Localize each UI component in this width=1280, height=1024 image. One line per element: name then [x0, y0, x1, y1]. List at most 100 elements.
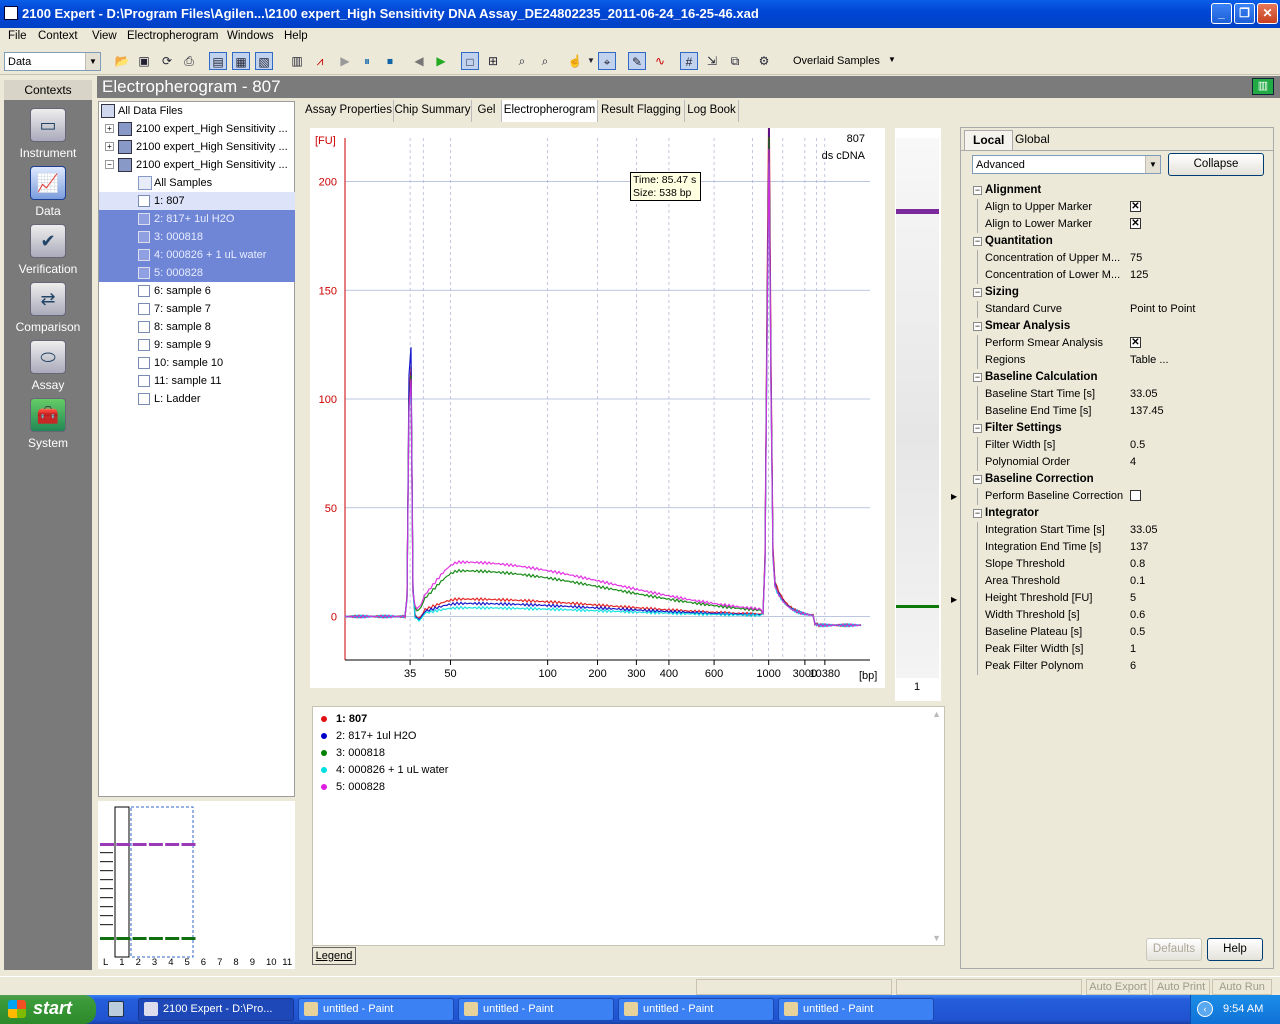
property-section[interactable]: − Filter Settings [969, 420, 1269, 437]
property-checkbox[interactable]: ✕ [1130, 337, 1141, 348]
single-view-icon[interactable]: □ [461, 52, 479, 70]
tree-root[interactable]: All Data Files [99, 102, 295, 120]
property-row[interactable]: Perform Baseline Correction [969, 488, 1269, 505]
taskbar-item[interactable]: 2100 Expert - D:\Pro... [138, 998, 294, 1021]
table-view-icon[interactable]: ▦ [232, 52, 250, 70]
panel-view-icon[interactable]: ▧ [255, 52, 273, 70]
lane-label[interactable]: 6 [201, 957, 206, 968]
collapse-icon[interactable]: − [973, 424, 982, 433]
tree-sample[interactable]: 6: sample 6 [99, 282, 295, 300]
settings-icon[interactable]: ⚙ [755, 52, 773, 70]
sample-checkbox[interactable] [138, 375, 150, 387]
sample-checkbox[interactable] [138, 339, 150, 351]
menu-electropherogram[interactable]: Electropherogram [127, 30, 218, 42]
hand-tool-icon[interactable]: ☝ [566, 52, 584, 70]
property-section[interactable]: − Baseline Calculation [969, 369, 1269, 386]
pause-icon[interactable]: ⏸ [358, 52, 376, 70]
sample-checkbox[interactable] [138, 249, 150, 261]
tree-sample[interactable]: L: Ladder [99, 390, 295, 408]
tree-all-samples[interactable]: All Samples [99, 174, 295, 192]
lane-label[interactable]: 11 [282, 957, 292, 968]
tab-chip-summary[interactable]: Chip Summary [394, 100, 472, 122]
play-icon[interactable]: ▶ [336, 52, 354, 70]
auto-run-status[interactable]: Auto Run [1212, 979, 1272, 995]
close-button[interactable]: ✕ [1257, 3, 1278, 24]
mode-select[interactable]: Data ▼ [4, 52, 101, 71]
tab-local[interactable]: Local [964, 130, 1014, 150]
gel-view-icon[interactable]: ▥ [288, 52, 306, 70]
context-instrument[interactable]: ▭ Instrument [4, 106, 92, 162]
property-row[interactable]: Concentration of Lower M... 125 [969, 267, 1269, 284]
property-section[interactable]: − Smear Analysis [969, 318, 1269, 335]
print-icon[interactable]: ⎙ [180, 52, 198, 70]
collapse-icon[interactable]: − [973, 475, 982, 484]
property-value[interactable]: 5 [1130, 592, 1136, 604]
tree-sample[interactable]: 8: sample 8 [99, 318, 295, 336]
sample-checkbox[interactable] [138, 231, 150, 243]
peak-mark-icon[interactable]: ✎ [628, 52, 646, 70]
tab-log-book[interactable]: Log Book [685, 100, 739, 122]
menu-view[interactable]: View [92, 30, 117, 42]
collapse-icon[interactable]: − [973, 288, 982, 297]
property-row[interactable]: Filter Width [s] 0.5 [969, 437, 1269, 454]
property-value[interactable]: 137.45 [1130, 405, 1164, 417]
save-icon[interactable]: ▣ [135, 52, 153, 70]
property-row[interactable]: Baseline End Time [s] 137.45 [969, 403, 1269, 420]
collapse-button[interactable]: Collapse [1168, 153, 1264, 176]
property-row[interactable]: Slope Threshold 0.8 [969, 556, 1269, 573]
property-value[interactable]: 0.8 [1130, 558, 1145, 570]
export-icon[interactable]: ⇲ [703, 52, 721, 70]
tree-sample[interactable]: 5: 000828 [99, 264, 295, 282]
menu-context[interactable]: Context [38, 30, 78, 42]
splitter-arrow-icon[interactable]: ▶ [951, 595, 957, 604]
tree-sample[interactable]: 11: sample 11 [99, 372, 295, 390]
collapse-icon[interactable]: − [973, 509, 982, 518]
tree-sample[interactable]: 4: 000826 + 1 uL water [99, 246, 295, 264]
grid-view-icon[interactable]: ⊞ [484, 52, 502, 70]
zoom-out-icon[interactable]: ⌕ [536, 52, 554, 70]
tab-electropherogram[interactable]: Electropherogram [502, 100, 598, 122]
collapse-icon[interactable]: − [973, 322, 982, 331]
sample-checkbox[interactable] [138, 357, 150, 369]
curve-tool-icon[interactable]: ∿ [651, 52, 669, 70]
lane-label[interactable]: 7 [217, 957, 222, 968]
property-section[interactable]: − Baseline Correction [969, 471, 1269, 488]
tree-sample[interactable]: 1: 807 [99, 192, 295, 210]
property-value[interactable]: Point to Point [1130, 303, 1195, 315]
expand-icon[interactable]: + [105, 124, 114, 133]
minimize-button[interactable]: _ [1211, 3, 1232, 24]
property-value[interactable]: 1 [1130, 643, 1136, 655]
lane-label[interactable]: 1 [119, 957, 124, 968]
property-row[interactable]: Peak Filter Polynom 6 [969, 658, 1269, 675]
tab-gel[interactable]: Gel [472, 100, 502, 122]
property-value[interactable]: 33.05 [1130, 388, 1158, 400]
property-value[interactable]: 137 [1130, 541, 1148, 553]
property-section[interactable]: − Integrator [969, 505, 1269, 522]
expand-icon[interactable]: + [105, 142, 114, 151]
grid-lines-icon[interactable]: # [680, 52, 698, 70]
restore-button[interactable]: ❐ [1234, 3, 1255, 24]
property-row[interactable]: Peak Filter Width [s] 1 [969, 641, 1269, 658]
collapse-icon[interactable]: − [973, 373, 982, 382]
property-value[interactable]: 0.5 [1130, 439, 1145, 451]
tab-result-flagging[interactable]: Result Flagging [598, 100, 685, 122]
property-value[interactable]: 75 [1130, 252, 1142, 264]
sample-checkbox[interactable] [138, 285, 150, 297]
back-arrow-icon[interactable]: ◀ [410, 52, 428, 70]
collapse-icon[interactable]: − [105, 160, 114, 169]
chevron-down-icon[interactable]: ▼ [888, 55, 896, 64]
taskbar-item[interactable]: untitled - Paint [778, 998, 934, 1021]
context-comparison[interactable]: ⇄ Comparison [4, 280, 92, 336]
context-data[interactable]: 📈 Data [4, 164, 92, 220]
forward-arrow-icon[interactable]: ▶ [432, 52, 450, 70]
lane-label[interactable]: 9 [250, 957, 255, 968]
property-row[interactable]: Integration Start Time [s] 33.05 [969, 522, 1269, 539]
tree-sample[interactable]: 3: 000818 [99, 228, 295, 246]
taskbar-item[interactable]: untitled - Paint [618, 998, 774, 1021]
sample-checkbox[interactable] [138, 267, 150, 279]
property-row[interactable]: Align to Upper Marker ✕ [969, 199, 1269, 216]
zoom-in-icon[interactable]: ⌕ [513, 52, 531, 70]
property-checkbox[interactable] [1130, 490, 1141, 501]
tree-sample[interactable]: 7: sample 7 [99, 300, 295, 318]
chevron-down-icon[interactable]: ▼ [586, 52, 596, 70]
